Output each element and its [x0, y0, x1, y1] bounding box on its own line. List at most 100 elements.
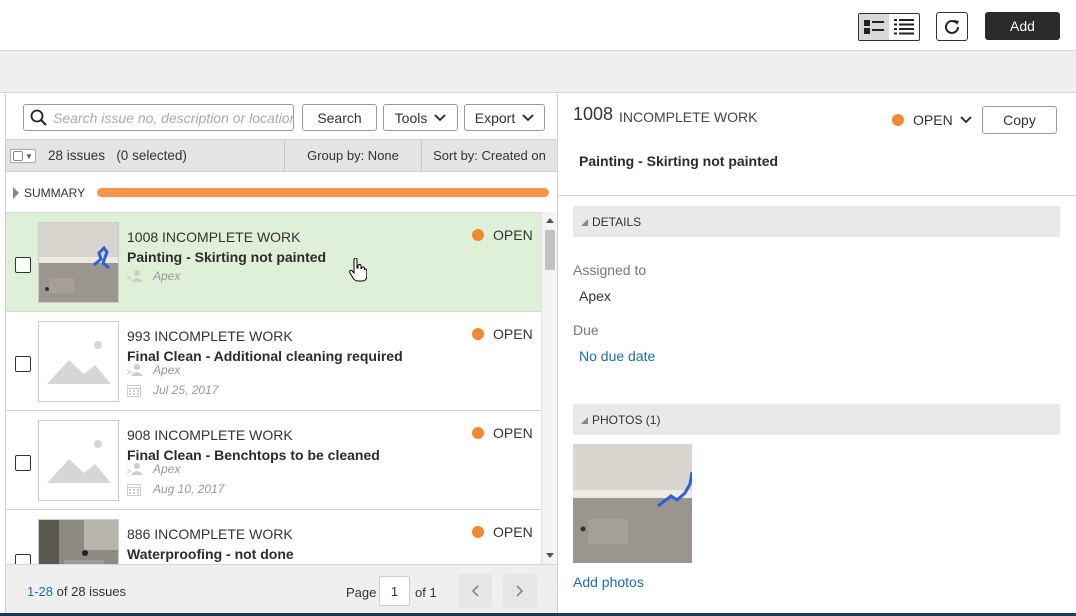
- detail-issue-number: 1008: [573, 104, 614, 124]
- list-icon: [894, 19, 914, 35]
- row-checkbox[interactable]: [15, 554, 31, 564]
- issue-description: Final Clean - Benchtops to be cleaned: [127, 447, 380, 463]
- assignee-text: Apex: [153, 363, 181, 377]
- search-icon: [30, 109, 47, 126]
- add-button[interactable]: Add: [985, 12, 1060, 40]
- issue-row[interactable]: 886 INCOMPLETE WORK Waterproofing - not …: [6, 510, 541, 564]
- due-label: Due: [573, 322, 599, 338]
- search-field[interactable]: [23, 104, 294, 131]
- issue-title: 993 INCOMPLETE WORK: [127, 328, 293, 344]
- issue-detail-panel: 1008 INCOMPLETE WORK OPEN Copy Painting …: [558, 94, 1076, 616]
- due-date-text: Jul 25, 2017: [153, 383, 219, 397]
- sort-by-button[interactable]: Sort by: Created on: [421, 140, 557, 171]
- scroll-up-icon[interactable]: [546, 218, 554, 223]
- search-row: Search Tools Export: [6, 94, 557, 139]
- selected-count-text: (0 selected): [116, 148, 187, 163]
- issue-due-date: Aug 10, 2017: [127, 482, 224, 496]
- detail-view-button[interactable]: [859, 14, 889, 40]
- person-icon: [127, 364, 143, 376]
- scroll-down-icon[interactable]: [546, 553, 554, 558]
- add-photos-link[interactable]: Add photos: [573, 574, 644, 590]
- issue-thumbnail: [38, 420, 119, 501]
- status-text: OPEN: [493, 227, 533, 243]
- caret-right-icon: [13, 187, 19, 199]
- summary-progress-bar: [97, 188, 549, 197]
- status-badge: OPEN: [472, 425, 533, 441]
- assigned-to-label: Assigned to: [573, 262, 647, 278]
- placeholder-image-icon: [47, 341, 111, 384]
- select-all-checkbox[interactable]: ▼: [10, 149, 36, 163]
- assignee-text: Apex: [153, 462, 181, 476]
- caret-expanded-icon: [581, 219, 588, 226]
- chevron-left-icon: [471, 585, 479, 597]
- row-checkbox[interactable]: [15, 356, 31, 372]
- page-number-input[interactable]: 1: [379, 576, 410, 606]
- status-dot-icon: [472, 526, 484, 538]
- view-toggle: [858, 13, 920, 41]
- refresh-icon: [945, 19, 959, 34]
- chevron-right-icon: [516, 585, 524, 597]
- prev-page-button[interactable]: [458, 574, 492, 608]
- details-section-label: DETAILS: [592, 214, 642, 229]
- status-dropdown[interactable]: OPEN: [892, 112, 972, 128]
- list-header: ▼ 28 issues (0 selected) Group by: None …: [6, 139, 557, 172]
- issue-row[interactable]: 908 INCOMPLETE WORK Final Clean - Bencht…: [6, 411, 541, 510]
- summary-row[interactable]: SUMMARY: [6, 172, 557, 212]
- issue-photo[interactable]: [573, 444, 692, 563]
- issue-count-text: 28 issues: [48, 148, 106, 163]
- group-by-button[interactable]: Group by: None: [284, 140, 421, 171]
- status-dot-icon: [472, 229, 484, 241]
- person-icon: [127, 270, 143, 282]
- search-button[interactable]: Search: [302, 104, 377, 131]
- issue-description: Painting - Skirting not painted: [127, 249, 327, 265]
- placeholder-image-icon: [47, 440, 111, 483]
- issue-row[interactable]: 1008 INCOMPLETE WORK Painting - Skirting…: [6, 213, 541, 312]
- range-total: of 28 issues: [56, 584, 127, 599]
- issue-list: 1008 INCOMPLETE WORK Painting - Skirting…: [6, 212, 541, 564]
- checkbox-icon: [13, 151, 23, 161]
- status-dot-icon: [472, 328, 484, 340]
- scrollbar-thumb[interactable]: [545, 230, 555, 270]
- caret-expanded-icon: [581, 417, 588, 424]
- next-page-button[interactable]: [503, 574, 537, 608]
- page-total: of 1: [415, 585, 437, 600]
- detail-header: 1008 INCOMPLETE WORK OPEN Copy Painting …: [558, 94, 1076, 196]
- summary-label: SUMMARY: [24, 186, 86, 200]
- status-text: OPEN: [493, 425, 533, 441]
- list-scrollbar[interactable]: [541, 212, 557, 564]
- photos-section-label: PHOTOS (1): [592, 412, 661, 427]
- export-dropdown[interactable]: Export: [464, 104, 545, 131]
- issue-title: 886 INCOMPLETE WORK: [127, 526, 293, 542]
- range-link[interactable]: 1-28: [27, 584, 53, 599]
- refresh-button[interactable]: [936, 12, 968, 41]
- pagination-bar: 1-28 of 28 issues Page 1 of 1: [6, 564, 557, 616]
- status-text: OPEN: [493, 524, 533, 540]
- issue-row[interactable]: 993 INCOMPLETE WORK Final Clean - Additi…: [6, 312, 541, 411]
- row-checkbox[interactable]: [15, 455, 31, 471]
- chevron-down-icon: [522, 113, 534, 121]
- issue-assignee: Apex: [127, 269, 180, 283]
- issue-assignee: Apex: [127, 462, 180, 476]
- copy-button[interactable]: Copy: [982, 106, 1057, 134]
- calendar-icon: [127, 483, 141, 496]
- issue-description: Waterproofing - not done: [127, 546, 294, 562]
- assignee-text: Apex: [153, 269, 181, 283]
- details-section-header[interactable]: DETAILS: [573, 206, 1060, 237]
- issue-list-panel: Search Tools Export ▼ 28 issues (0 selec…: [5, 94, 558, 616]
- tools-dropdown[interactable]: Tools: [383, 104, 458, 131]
- issue-count: 28 issues (0 selected): [48, 148, 187, 163]
- search-input[interactable]: [53, 109, 293, 126]
- chevron-down-icon: [960, 116, 972, 124]
- photos-section-header[interactable]: PHOTOS (1): [573, 404, 1060, 435]
- detail-status-text: OPEN: [913, 112, 953, 128]
- row-checkbox[interactable]: [15, 257, 31, 273]
- tools-label: Tools: [394, 109, 428, 126]
- due-date-link[interactable]: No due date: [579, 348, 655, 364]
- detail-list-icon: [864, 20, 884, 34]
- status-badge: OPEN: [472, 524, 533, 540]
- issue-thumbnail: [38, 222, 119, 303]
- compact-view-button[interactable]: [889, 14, 919, 40]
- assigned-to-value: Apex: [579, 288, 611, 304]
- issue-thumbnail: [38, 519, 119, 564]
- export-label: Export: [474, 109, 516, 126]
